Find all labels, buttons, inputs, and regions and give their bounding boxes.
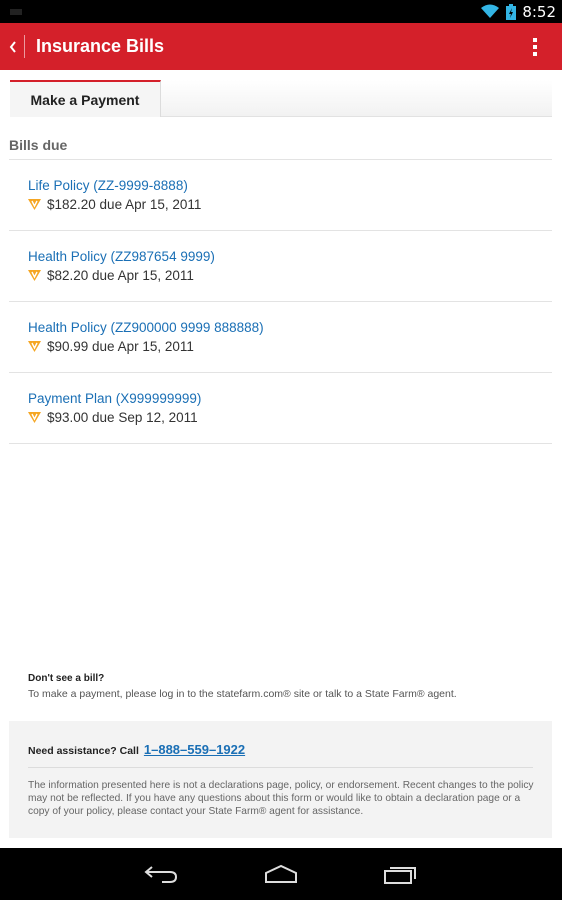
due-warning-icon <box>28 412 41 423</box>
page-title: Insurance Bills <box>36 36 165 56</box>
nav-recents-button[interactable] <box>381 860 421 888</box>
disclaimer-text: The information presented here is not a … <box>28 780 534 817</box>
wifi-icon <box>481 4 500 18</box>
bill-list: Life Policy (ZZ-9999-8888) $182.20 due A… <box>9 160 552 444</box>
clock: 8:52 <box>522 2 556 21</box>
nav-home-button[interactable] <box>261 860 301 888</box>
divider <box>28 767 533 768</box>
nav-recents-icon <box>384 867 416 884</box>
system-nav-bar <box>0 848 562 900</box>
nav-back-button[interactable] <box>141 860 181 888</box>
status-icons: 8:52 <box>480 0 556 23</box>
chevron-left-icon <box>9 40 16 53</box>
list-item[interactable]: Health Policy (ZZ987654 9999) $82.20 due… <box>9 231 552 302</box>
tab-label: Make a Payment <box>30 91 140 108</box>
list-item[interactable]: Payment Plan (X999999999) $93.00 due Sep… <box>9 373 552 444</box>
nav-back-icon <box>144 866 178 883</box>
due-warning-icon <box>28 270 41 281</box>
assistance-panel: Need assistance? Call 1–888–559–1922 The… <box>9 721 552 838</box>
due-warning-icon <box>28 341 41 352</box>
no-bill-text: To make a payment, please log in to the … <box>28 688 457 700</box>
status-bar: 8:52 <box>0 0 562 23</box>
battery-icon <box>506 3 517 20</box>
tab-make-a-payment[interactable]: Make a Payment <box>10 80 161 117</box>
assistance-label: Need assistance? Call <box>28 745 139 757</box>
action-bar: Insurance Bills <box>0 23 562 70</box>
phone-link[interactable]: 1–888–559–1922 <box>144 742 245 757</box>
bill-amount-due: $82.20 due Apr 15, 2011 <box>47 268 194 283</box>
tab-strip: Make a Payment <box>10 80 552 117</box>
no-bill-heading: Don't see a bill? <box>28 673 105 684</box>
list-item[interactable]: Health Policy (ZZ900000 9999 888888) $90… <box>9 302 552 373</box>
bill-title-link[interactable]: Payment Plan (X999999999) <box>28 391 201 406</box>
due-warning-icon <box>28 199 41 210</box>
back-divider <box>24 35 25 58</box>
list-item[interactable]: Life Policy (ZZ-9999-8888) $182.20 due A… <box>9 160 552 231</box>
overflow-menu-icon <box>533 38 537 42</box>
bill-amount-due: $182.20 due Apr 15, 2011 <box>47 197 202 212</box>
overflow-menu-button[interactable] <box>526 35 544 59</box>
back-button[interactable] <box>0 23 26 70</box>
notification-icon <box>10 9 22 15</box>
section-header: Bills due <box>9 137 68 153</box>
bill-amount-due: $90.99 due Apr 15, 2011 <box>47 339 194 354</box>
bill-amount-due: $93.00 due Sep 12, 2011 <box>47 410 198 425</box>
bill-title-link[interactable]: Life Policy (ZZ-9999-8888) <box>28 178 188 193</box>
nav-home-icon <box>265 864 297 883</box>
bill-title-link[interactable]: Health Policy (ZZ900000 9999 888888) <box>28 320 264 335</box>
bill-title-link[interactable]: Health Policy (ZZ987654 9999) <box>28 249 215 264</box>
